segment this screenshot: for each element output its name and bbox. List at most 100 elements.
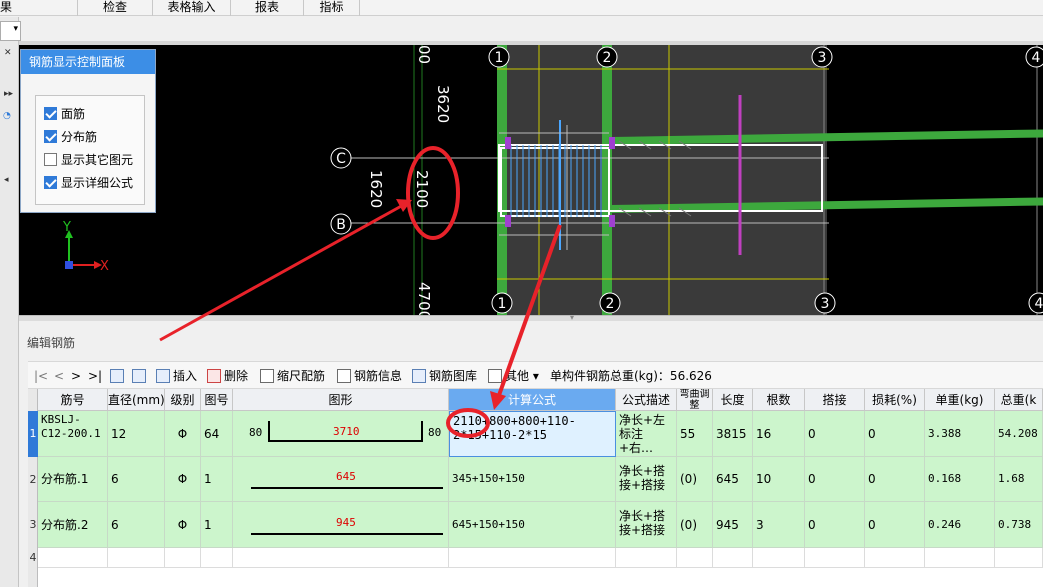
cell-count[interactable]: 10 — [753, 457, 805, 502]
col-header[interactable]: 图号 — [201, 389, 233, 411]
search-icon[interactable]: ◔ — [3, 111, 11, 121]
cell-lap[interactable]: 0 — [805, 411, 865, 457]
cell-shape[interactable]: 945 — [233, 502, 449, 548]
cell-grade[interactable]: Φ — [165, 502, 201, 548]
move-up-button[interactable] — [110, 368, 127, 384]
empty-cell[interactable] — [165, 548, 201, 568]
cell-lap[interactable]: 0 — [805, 502, 865, 548]
floor-select[interactable]: ▾ — [0, 21, 21, 41]
cell-count[interactable]: 16 — [753, 411, 805, 457]
collapse-arrow-icon[interactable]: ◂ — [4, 175, 9, 185]
col-header[interactable]: 搭接 — [805, 389, 865, 411]
empty-cell[interactable] — [108, 548, 165, 568]
cell-figure-no[interactable]: 1 — [201, 502, 233, 548]
col-header[interactable]: 筋号 — [38, 389, 108, 411]
cell-bend[interactable]: 55 — [677, 411, 713, 457]
cell-shape[interactable]: 80 3710 80 — [233, 411, 449, 457]
cell-grade[interactable]: Φ — [165, 457, 201, 502]
cell-diameter[interactable]: 12 — [108, 411, 165, 457]
insert-button[interactable]: 插入 — [156, 368, 197, 384]
delete-button[interactable]: 删除 — [207, 368, 248, 384]
cell-grade[interactable]: Φ — [165, 411, 201, 457]
empty-cell[interactable] — [805, 548, 865, 568]
col-header[interactable]: 弯曲调整 — [677, 389, 713, 411]
row-number[interactable]: 2 — [28, 457, 38, 502]
last-record-button[interactable]: >| — [88, 368, 102, 384]
col-header[interactable]: 总重(k — [995, 389, 1043, 411]
expand-icon[interactable]: ▸▸ — [4, 89, 13, 99]
col-header[interactable]: 图形 — [233, 389, 449, 411]
col-header[interactable]: 损耗(%) — [865, 389, 925, 411]
empty-cell[interactable] — [38, 548, 108, 568]
prev-record-button[interactable]: < — [54, 368, 64, 384]
other-menu-button[interactable]: 其他 ▾ — [488, 368, 539, 384]
cell-formula[interactable]: 345+150+150 — [449, 457, 616, 502]
cell-count[interactable]: 3 — [753, 502, 805, 548]
cell-loss[interactable]: 0 — [865, 502, 925, 548]
rebar-library-button[interactable]: 钢筋图库 — [412, 368, 477, 384]
cell-total-weight[interactable]: 54.208 — [995, 411, 1043, 457]
cell-length[interactable]: 3815 — [713, 411, 753, 457]
empty-cell[interactable] — [925, 548, 995, 568]
cell-diameter[interactable]: 6 — [108, 502, 165, 548]
cell-formula-desc[interactable]: 净长+左标注+右… — [616, 411, 677, 457]
col-header[interactable]: 单重(kg) — [925, 389, 995, 411]
option-show-formula[interactable]: 显示详细公式 — [44, 175, 133, 193]
option-distribution-rebar[interactable]: 分布筋 — [44, 129, 97, 147]
cell-figure-no[interactable]: 1 — [201, 457, 233, 502]
empty-cell[interactable] — [865, 548, 925, 568]
empty-cell[interactable] — [713, 548, 753, 568]
move-down-button[interactable] — [132, 368, 149, 384]
empty-cell[interactable] — [449, 548, 616, 568]
cell-bend[interactable]: (0) — [677, 502, 713, 548]
cell-formula-desc[interactable]: 净长+搭接+搭接 — [616, 502, 677, 548]
first-record-button[interactable]: |< — [34, 368, 48, 384]
cell-formula[interactable]: 645+150+150 — [449, 502, 616, 548]
empty-cell[interactable] — [233, 548, 449, 568]
col-header[interactable]: 级别 — [165, 389, 201, 411]
menu-item-table-input[interactable]: 表格输入 — [153, 0, 231, 16]
cad-drawing-canvas[interactable]: 1 2 3 4 1 2 3 4 C B 3620 00 2100 1620 47… — [19, 45, 1043, 315]
row-number[interactable]: 4 — [28, 548, 38, 568]
col-header[interactable]: 公式描述 — [616, 389, 677, 411]
cell-loss[interactable]: 0 — [865, 411, 925, 457]
cell-length[interactable]: 945 — [713, 502, 753, 548]
checkbox-icon[interactable] — [44, 130, 57, 143]
row-number[interactable]: 3 — [28, 502, 38, 548]
cell-figure-no[interactable]: 64 — [201, 411, 233, 457]
rebar-info-button[interactable]: 钢筋信息 — [337, 368, 402, 384]
empty-cell[interactable] — [995, 548, 1043, 568]
menu-item-index[interactable]: 指标 — [304, 0, 360, 16]
cell-shape[interactable]: 645 — [233, 457, 449, 502]
option-top-rebar[interactable]: 面筋 — [44, 106, 85, 124]
cell-formula-desc[interactable]: 净长+搭接+搭接 — [616, 457, 677, 502]
cell-unit-weight[interactable]: 0.246 — [925, 502, 995, 548]
menu-item-partial[interactable]: 果 — [0, 0, 78, 16]
col-header-formula[interactable]: 计算公式 — [449, 389, 616, 411]
cell-unit-weight[interactable]: 0.168 — [925, 457, 995, 502]
option-show-other-elements[interactable]: 显示其它图元 — [44, 152, 133, 170]
empty-cell[interactable] — [753, 548, 805, 568]
row-number[interactable]: 1 — [28, 411, 38, 457]
cell-diameter[interactable]: 6 — [108, 457, 165, 502]
cell-total-weight[interactable]: 1.68 — [995, 457, 1043, 502]
cell-code[interactable]: KBSLJ-C12-200.1 — [38, 411, 108, 457]
cell-code[interactable]: 分布筋.1 — [38, 457, 108, 502]
col-header[interactable]: 根数 — [753, 389, 805, 411]
cell-unit-weight[interactable]: 3.388 — [925, 411, 995, 457]
checkbox-icon[interactable] — [44, 107, 57, 120]
cell-lap[interactable]: 0 — [805, 457, 865, 502]
cell-total-weight[interactable]: 0.738 — [995, 502, 1043, 548]
col-header[interactable]: 直径(mm) — [108, 389, 165, 411]
col-header[interactable]: 长度 — [713, 389, 753, 411]
checkbox-icon[interactable] — [44, 153, 57, 166]
cell-length[interactable]: 645 — [713, 457, 753, 502]
menu-item-report[interactable]: 报表 — [231, 0, 304, 16]
empty-cell[interactable] — [616, 548, 677, 568]
close-icon[interactable]: ✕ — [4, 48, 12, 58]
next-record-button[interactable]: > — [71, 368, 81, 384]
menu-item-check[interactable]: 检查 — [78, 0, 153, 16]
cell-formula[interactable]: 2110+800+800+110-2*15+110-2*15 — [449, 411, 616, 457]
cell-code[interactable]: 分布筋.2 — [38, 502, 108, 548]
empty-cell[interactable] — [677, 548, 713, 568]
